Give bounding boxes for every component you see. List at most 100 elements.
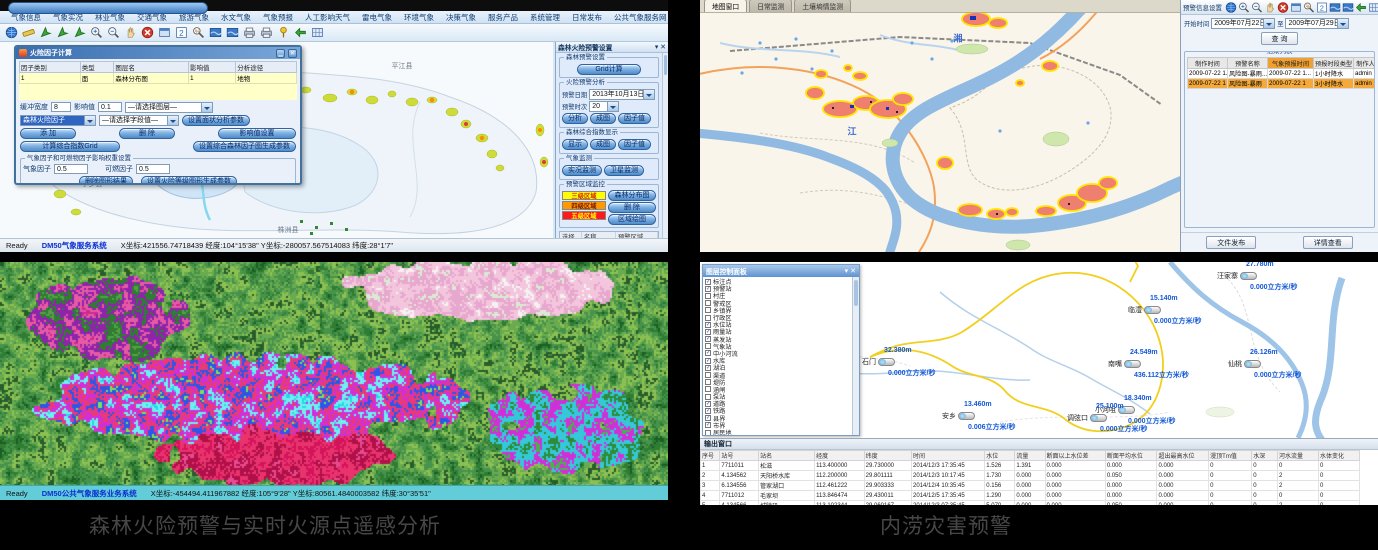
magnify-minus-icon[interactable]	[106, 25, 121, 40]
delete-button[interactable]: 删 除	[608, 202, 656, 213]
layer-item[interactable]: 堤防	[705, 379, 850, 386]
layer-panel-titlebar[interactable]: 图层控制面板	[703, 265, 859, 277]
layer-checkbox[interactable]	[705, 279, 711, 285]
col-header[interactable]: 经度	[815, 451, 865, 461]
layer-checkbox[interactable]	[705, 329, 711, 335]
identify-icon[interactable]	[1303, 1, 1315, 13]
map-layer-icon[interactable]	[1329, 1, 1341, 13]
menu-item[interactable]: 系统管理	[525, 12, 565, 23]
buffer-input[interactable]: 8	[51, 102, 71, 112]
satellite-button[interactable]: 卫星监测	[604, 165, 644, 176]
map-image-icon[interactable]	[225, 25, 240, 40]
printer-icon[interactable]	[242, 25, 257, 40]
delete-icon[interactable]	[1277, 1, 1289, 13]
measure-ruler-icon[interactable]	[21, 25, 36, 40]
layer-checkbox[interactable]	[705, 422, 711, 428]
station-data-row[interactable]: 36.134556 管家湖口112.461222 29.9033332014/1…	[701, 481, 1360, 491]
layer-checkbox[interactable]	[705, 430, 711, 435]
layer-item[interactable]: 预警站	[705, 285, 850, 292]
menu-item[interactable]: 环境气象	[399, 12, 439, 23]
hand-icon[interactable]	[1264, 1, 1276, 13]
impact-set-button[interactable]: 影响值设置	[218, 128, 296, 139]
dialog-titlebar[interactable]: 火险因子计算 ▁	[16, 47, 300, 59]
close-button[interactable]	[288, 49, 297, 58]
col-header[interactable]: 超出最高水位	[1157, 451, 1209, 461]
layer-item[interactable]: 县界	[705, 415, 850, 422]
layer-checkbox[interactable]	[705, 343, 711, 349]
station-data-row[interactable]: 54.134566 城陵矶113.102344 29.0601672014/12…	[701, 501, 1360, 506]
area-params-button[interactable]: 设置面状分析参数	[182, 115, 250, 126]
tab-map-window[interactable]: 地图窗口	[704, 0, 747, 12]
layer-checkbox[interactable]	[705, 372, 711, 378]
make-map-button[interactable]: 成图	[590, 139, 616, 150]
layer-checkbox[interactable]	[705, 379, 711, 385]
analyze-button[interactable]: 分析	[562, 113, 588, 124]
layer-checkbox[interactable]	[705, 358, 711, 364]
layer-item[interactable]: 道路	[705, 400, 850, 407]
factor-value-button[interactable]: 因子值	[618, 113, 651, 124]
pin-icon[interactable]	[655, 43, 658, 51]
layer-item[interactable]: 水库	[705, 357, 850, 364]
factor-select[interactable]: 森林火险因子	[20, 115, 96, 126]
menu-item[interactable]: 水文气象	[216, 12, 256, 23]
warn-time-select[interactable]: 20	[589, 101, 619, 112]
refresh-icon[interactable]	[174, 25, 189, 40]
window-icon[interactable]	[157, 25, 172, 40]
flood-map[interactable]: 湘江	[700, 13, 1180, 252]
layer-checkbox[interactable]	[705, 386, 711, 392]
globe-icon[interactable]	[1225, 1, 1237, 13]
field-select[interactable]: —请选择字段值—	[99, 115, 179, 126]
layer-item[interactable]: 铁路	[705, 407, 850, 414]
hydro-map[interactable]: 石门 32.380m 0.000立方米/秒 安乡 13.460m 0.006立方…	[700, 262, 1378, 438]
clear-graph-button[interactable]: 删除图形结果	[79, 176, 133, 186]
layer-checkbox[interactable]	[705, 408, 711, 414]
start-date-picker[interactable]: 2009年07月22日	[1211, 18, 1275, 29]
col-header[interactable]: 影响值	[188, 62, 235, 73]
layer-checkbox[interactable]	[705, 365, 711, 371]
forest-params-button[interactable]: 设置综合森林因子图生成参数	[193, 141, 296, 152]
layer-item[interactable]: 泵站	[705, 393, 850, 400]
layer-scrollbar[interactable]	[852, 277, 859, 435]
layer-checkbox[interactable]	[705, 350, 711, 356]
col-header[interactable]: 断面平均水位	[1105, 451, 1157, 461]
layer-item[interactable]: 涵闸	[705, 386, 850, 393]
end-date-picker[interactable]: 2009年07月29日	[1285, 18, 1349, 29]
impact-input[interactable]: 0.1	[98, 102, 122, 112]
menu-item[interactable]: 决策气象	[441, 12, 481, 23]
tab-daily-monitor[interactable]: 日常监测	[749, 0, 792, 12]
col-header[interactable]: 分析途径	[236, 62, 297, 73]
add-button[interactable]: 添 加	[20, 128, 76, 139]
station-data-row[interactable]: 17711011 松滋113.400000 29.7300002014/12/3…	[701, 461, 1360, 471]
menu-item[interactable]: 雷电气象	[357, 12, 397, 23]
menu-item[interactable]: 人工影响天气	[300, 12, 355, 23]
layer-checkbox[interactable]	[705, 401, 711, 407]
warn-date-select[interactable]: 2013年10月13日	[589, 89, 655, 100]
make-map-button[interactable]: 成图	[590, 113, 616, 124]
warning-row[interactable]: 2009-07-22 1 风险图-暴雨 2009-07-22 1 3小时降水 a…	[1188, 79, 1376, 89]
col-header[interactable]: 河水流量	[1278, 451, 1319, 461]
delete-icon[interactable]	[140, 25, 155, 40]
layer-checkbox[interactable]	[705, 300, 711, 306]
collapse-icon[interactable]	[845, 267, 849, 275]
window-icon[interactable]	[1290, 1, 1302, 13]
refresh-icon[interactable]	[1316, 1, 1328, 13]
col-header[interactable]: 气象预报时间	[1268, 58, 1314, 69]
layer-item[interactable]: 中小河流	[705, 350, 850, 357]
publish-button[interactable]: 文件发布	[1206, 236, 1256, 249]
identify-icon[interactable]	[191, 25, 206, 40]
station-data-row[interactable]: 24.134562 天阳桥水库112.200000 29.8011112014/…	[701, 471, 1360, 481]
live-monitor-button[interactable]: 实况监测	[562, 165, 602, 176]
layer-item[interactable]: 居民地	[705, 429, 850, 435]
detail-button[interactable]: 详情查看	[1303, 236, 1353, 249]
col-header[interactable]: 时间	[912, 451, 985, 461]
layer-checkbox[interactable]	[705, 415, 711, 421]
magnify-plus-icon[interactable]	[1238, 1, 1250, 13]
magnify-minus-icon[interactable]	[1251, 1, 1263, 13]
grid-calc-button[interactable]: 计算综合指数Grid	[20, 141, 120, 152]
tab-soil-moisture[interactable]: 土壤墒情监测	[794, 0, 851, 12]
menu-item[interactable]: 日常发布	[567, 12, 607, 23]
warning-region-list[interactable]: 选择 名称 预警区域	[559, 231, 659, 238]
show-button[interactable]: 显示	[562, 139, 588, 150]
back-icon[interactable]	[1355, 1, 1367, 13]
panel-scrollbar[interactable]	[662, 53, 668, 238]
